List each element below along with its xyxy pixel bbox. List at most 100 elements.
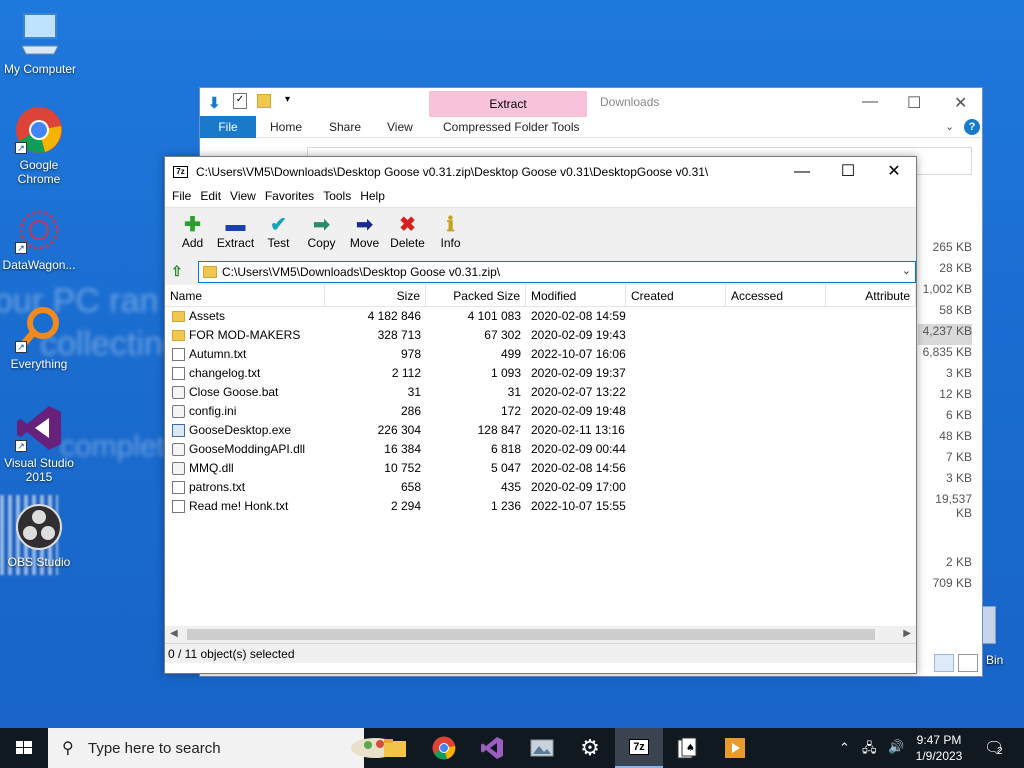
quick-access-dropdown-icon[interactable]: ▾	[285, 94, 290, 105]
file-accessed	[726, 326, 826, 345]
file-created	[626, 478, 726, 497]
large-icons-view-icon[interactable]	[958, 654, 978, 672]
desktop-icon-my-computer[interactable]: My Computer	[1, 10, 79, 76]
file-accessed	[726, 345, 826, 364]
maximize-icon[interactable]: ☐	[825, 161, 871, 183]
network-icon[interactable]: 🖧	[862, 739, 877, 761]
help-icon[interactable]: ?	[964, 119, 980, 135]
minimize-icon[interactable]: —	[779, 161, 825, 183]
info-button[interactable]: ℹ Info	[429, 208, 472, 259]
7zip-app-icon: 7z	[173, 166, 188, 178]
taskbar-media-player[interactable]	[711, 728, 759, 768]
sevenzip-titlebar[interactable]: 7z C:\Users\VM5\Downloads\Desktop Goose …	[165, 157, 916, 187]
obs-icon	[15, 503, 63, 551]
copy-button[interactable]: ➡ Copy	[300, 208, 343, 259]
explorer-titlebar[interactable]: ⬇ ✓ ▾ Extract Downloads — ☐ ✕	[200, 88, 982, 117]
col-attributes[interactable]: Attribute	[826, 285, 916, 307]
taskbar-solitaire[interactable]: ♠	[663, 728, 711, 768]
taskbar-7zip[interactable]: 7z	[615, 728, 663, 768]
desktop-icon-chrome[interactable]: ↗ Google Chrome	[0, 106, 78, 186]
maximize-icon[interactable]: ☐	[907, 93, 921, 113]
table-row[interactable]: FOR MOD-MAKERS 328 713 67 302 2020-02-09 19…	[165, 326, 916, 345]
table-row[interactable]: config.ini 286 172 2020-02-09 19:48	[165, 402, 916, 421]
file-name-cell: GooseModdingAPI.dll	[165, 440, 325, 459]
menu-favorites[interactable]: Favorites	[262, 187, 320, 207]
chevron-up-icon[interactable]: ⌃	[839, 740, 850, 756]
desktop-icon-label: Visual Studio 2015	[4, 456, 74, 484]
download-arrow-icon[interactable]: ⬇	[208, 94, 221, 112]
taskbar-chrome[interactable]	[420, 728, 468, 768]
file-name-cell: patrons.txt	[165, 478, 325, 497]
clock[interactable]: 9:47 PM 1/9/2023	[912, 732, 966, 764]
start-button[interactable]	[0, 728, 48, 768]
new-folder-icon[interactable]	[257, 94, 271, 108]
table-row[interactable]: Close Goose.bat 31 31 2020-02-07 13:22	[165, 383, 916, 402]
extract-context-tab[interactable]: Extract	[429, 91, 587, 117]
tab-compressed-folder-tools[interactable]: Compressed Folder Tools	[443, 120, 580, 134]
menu-file[interactable]: File	[169, 187, 197, 207]
col-name[interactable]: Name	[165, 285, 325, 307]
sevenzip-window[interactable]: 7z C:\Users\VM5\Downloads\Desktop Goose …	[164, 156, 917, 674]
parent-folder-icon[interactable]: ⇧	[171, 263, 187, 279]
explorer-ribbon: File Home Share View Compressed Folder T…	[200, 116, 982, 138]
ribbon-expand-icon[interactable]: ⌄	[945, 120, 954, 133]
file-name: patrons.txt	[189, 480, 246, 494]
tab-share[interactable]: Share	[329, 120, 361, 134]
col-size[interactable]: Size	[325, 285, 426, 307]
col-modified[interactable]: Modified	[526, 285, 626, 307]
scroll-left-icon[interactable]: ◀	[170, 628, 178, 639]
scrollbar-thumb[interactable]	[187, 629, 875, 640]
table-row[interactable]: GooseDesktop.exe 226 304 128 847 2020-02-11…	[165, 421, 916, 440]
chevron-down-icon[interactable]: ⌄	[902, 264, 911, 277]
close-icon[interactable]: ✕	[871, 161, 917, 183]
taskbar-file-explorer[interactable]	[371, 728, 419, 768]
col-accessed[interactable]: Accessed	[726, 285, 826, 307]
extract-button[interactable]: ▬ Extract	[214, 208, 257, 259]
menu-view[interactable]: View	[227, 187, 262, 207]
recycle-bin-icon[interactable]	[982, 606, 996, 644]
desktop-icon-everything[interactable]: ↗ Everything	[0, 305, 78, 371]
move-button[interactable]: ➡ Move	[343, 208, 386, 259]
table-row[interactable]: GooseModdingAPI.dll 16 384 6 818 2020-02-09…	[165, 440, 916, 459]
col-packed-size[interactable]: Packed Size	[426, 285, 526, 307]
delete-button[interactable]: ✖ Delete	[386, 208, 429, 259]
table-row[interactable]: Autumn.txt 978 499 2022-10-07 16:06	[165, 345, 916, 364]
menu-tools[interactable]: Tools	[320, 187, 357, 207]
properties-icon[interactable]: ✓	[233, 93, 247, 109]
table-row[interactable]: Assets 4 182 846 4 101 083 2020-02-08 14:59	[165, 307, 916, 326]
size-value: 28 KB	[939, 261, 972, 275]
volume-icon[interactable]: 🔊	[888, 739, 904, 755]
minimize-icon[interactable]: —	[862, 93, 878, 111]
tab-home[interactable]: Home	[270, 120, 302, 134]
menu-edit[interactable]: Edit	[197, 187, 227, 207]
horizontal-scrollbar[interactable]: ◀ ▶	[165, 626, 916, 643]
file-modified: 2020-02-08 14:56	[531, 461, 626, 475]
col-created[interactable]: Created	[626, 285, 726, 307]
taskbar-photos[interactable]	[518, 728, 566, 768]
table-row[interactable]: MMQ.dll 10 752 5 047 2020-02-08 14:56	[165, 459, 916, 478]
file-accessed	[726, 497, 826, 516]
table-row[interactable]: patrons.txt 658 435 2020-02-09 17:00	[165, 478, 916, 497]
details-view-icon[interactable]	[934, 654, 954, 672]
tab-file[interactable]: File	[200, 116, 256, 138]
close-icon[interactable]: ✕	[954, 93, 967, 113]
test-button[interactable]: ✔ Test	[257, 208, 300, 259]
taskbar-search-box[interactable]: ⚲ Type here to search	[48, 728, 399, 768]
menu-help[interactable]: Help	[357, 187, 391, 207]
scroll-right-icon[interactable]: ▶	[903, 628, 911, 639]
taskbar-visual-studio[interactable]	[468, 728, 516, 768]
desktop-icon-visual-studio[interactable]: ↗ Visual Studio 2015	[0, 404, 78, 484]
file-size: 10 752	[384, 461, 421, 475]
tab-view[interactable]: View	[387, 120, 413, 134]
move-label: Move	[349, 236, 380, 250]
table-row[interactable]: Read me! Honk.txt 2 294 1 236 2022-10-07 15…	[165, 497, 916, 516]
taskbar-settings[interactable]: ⚙	[566, 728, 614, 768]
file-attributes	[826, 421, 916, 440]
search-placeholder: Type here to search	[88, 740, 221, 757]
file-attributes	[826, 383, 916, 402]
desktop-icon-obs[interactable]: OBS Studio	[0, 503, 78, 569]
address-input[interactable]: C:\Users\VM5\Downloads\Desktop Goose v0.…	[198, 261, 916, 283]
table-row[interactable]: changelog.txt 2 112 1 093 2020-02-09 19:37	[165, 364, 916, 383]
add-button[interactable]: ✚ Add	[171, 208, 214, 259]
desktop-icon-datawagon[interactable]: ↗ DataWagon...	[0, 206, 78, 272]
